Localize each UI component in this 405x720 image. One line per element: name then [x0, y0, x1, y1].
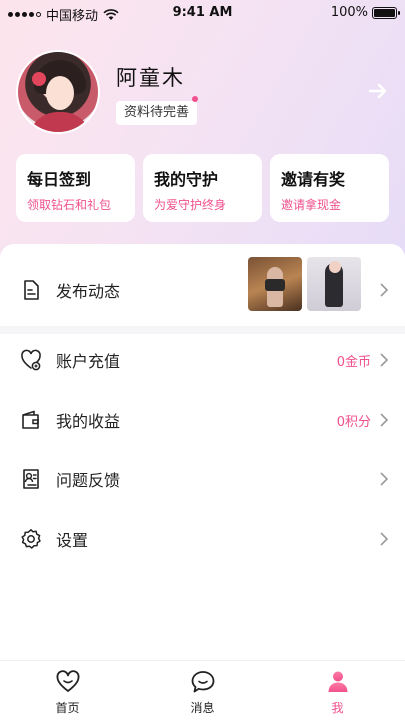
notification-dot: [192, 96, 198, 102]
menu-item-label: 发布动态: [56, 282, 121, 301]
document-icon: [24, 280, 39, 300]
menu-item-recharge[interactable]: 账户充值 0金币: [0, 340, 405, 380]
gear-icon: [21, 529, 41, 549]
profile-name[interactable]: 阿童木: [116, 62, 185, 92]
user-icon: [328, 671, 347, 692]
wallet-icon: [22, 410, 39, 429]
card-subtitle: 领取钻石和礼包: [27, 198, 112, 212]
my-guardian-card[interactable]: 我的守护 为爱守护终身: [143, 154, 262, 222]
card-title: 每日签到: [27, 170, 92, 189]
menu-item-label: 我的收益: [56, 412, 121, 431]
invite-reward-card[interactable]: 邀请有奖 邀请拿现金: [270, 154, 389, 222]
post-thumbnail[interactable]: [307, 257, 361, 311]
heart-icon: [56, 670, 79, 692]
tab-me[interactable]: 我: [270, 661, 405, 720]
menu-item-feedback[interactable]: 问题反馈: [0, 459, 405, 499]
recent-post-thumbnails[interactable]: [248, 257, 361, 311]
menu-item-label: 设置: [56, 531, 89, 550]
feedback-icon: [23, 469, 39, 489]
tab-messages[interactable]: 消息: [135, 661, 270, 720]
tab-home[interactable]: 首页: [0, 661, 135, 720]
bottom-tab-bar: 首页 消息 我: [0, 660, 405, 720]
menu-item-settings[interactable]: 设置: [0, 519, 405, 559]
card-subtitle: 邀请拿现金: [281, 198, 342, 212]
avatar[interactable]: [16, 50, 100, 134]
points-balance: 0积分: [336, 414, 371, 430]
menu-item-label: 账户充值: [56, 352, 121, 371]
chevron-right-icon: [380, 283, 389, 297]
chevron-right-icon: [380, 353, 389, 367]
quick-action-cards: 每日签到 领取钻石和礼包 我的守护 为爱守护终身 邀请有奖 邀请拿现金: [16, 154, 389, 222]
section-divider: [0, 326, 405, 334]
post-thumbnail[interactable]: [248, 257, 302, 311]
menu-item-earnings[interactable]: 我的收益 0积分: [0, 400, 405, 440]
arrow-right-icon[interactable]: [367, 80, 389, 102]
battery-percent: 100%: [330, 5, 368, 20]
status-bar: 中国移动 9:41 AM 100%: [0, 0, 405, 26]
chevron-right-icon: [380, 413, 389, 427]
card-subtitle: 为爱守护终身: [154, 198, 227, 212]
menu-item-label: 问题反馈: [56, 471, 121, 490]
daily-checkin-card[interactable]: 每日签到 领取钻石和礼包: [16, 154, 135, 222]
card-title: 邀请有奖: [281, 170, 346, 189]
chevron-right-icon: [380, 532, 389, 546]
chevron-right-icon: [380, 472, 389, 486]
profile-header-background: [0, 0, 405, 270]
tab-label: 首页: [55, 701, 80, 715]
tab-label: 我: [331, 701, 344, 715]
battery-icon: [372, 6, 400, 19]
chat-bubble-icon: [191, 671, 214, 693]
coin-balance: 0金币: [336, 354, 371, 370]
heart-recharge-icon: [21, 349, 41, 371]
profile-incomplete-tag[interactable]: 资料待完善: [116, 101, 198, 125]
tab-label: 消息: [190, 701, 215, 715]
card-title: 我的守护: [154, 170, 219, 189]
